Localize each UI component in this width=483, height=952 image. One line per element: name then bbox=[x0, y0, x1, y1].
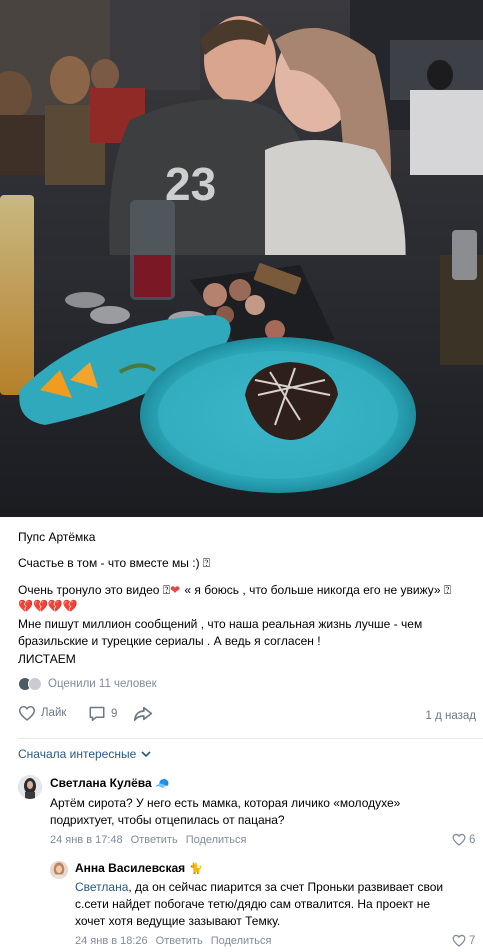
comment-text: Артём сирота? У него есть мамка, которая… bbox=[50, 795, 480, 829]
comment-text-fragment: , да он сейчас пиарится за счет Проньки … bbox=[128, 880, 444, 894]
comment-date[interactable]: 24 янв в 17:48 bbox=[50, 834, 123, 846]
post-text-line-5: бразильские и турецкие сериалы . А ведь … bbox=[18, 634, 321, 648]
post-text-line-4: Мне пишут миллион сообщений , что наша р… bbox=[18, 617, 423, 631]
chevron-down-icon bbox=[141, 750, 151, 757]
share-link[interactable]: Поделиться bbox=[186, 834, 247, 846]
post-author[interactable]: Пупс Артёмка bbox=[18, 530, 95, 544]
comment-text-line: Светлана, да он сейчас пиарится за счет … bbox=[75, 879, 480, 896]
post-actions: Лайк 9 1 д назад bbox=[18, 705, 478, 729]
likes-summary-text: Оценили 11 человек bbox=[48, 678, 157, 690]
comments-sort-label: Сначала интересные bbox=[18, 747, 137, 761]
reply-button[interactable]: Ответить bbox=[156, 935, 203, 947]
comment-text: Светлана, да он сейчас пиарится за счет … bbox=[75, 879, 480, 930]
like-button[interactable]: Лайк bbox=[18, 705, 66, 721]
comment-text-line: подрихтует, чтобы отцепилась от пацана? bbox=[50, 813, 285, 827]
likes-summary[interactable]: Оценили 11 человек bbox=[18, 677, 157, 691]
comment: Светлана Кулёва 🧢 Артём сирота? У него ес… bbox=[18, 775, 483, 855]
post-text-line-2b: « я боюсь , что больше никогда его не ув… bbox=[184, 583, 452, 597]
comment-icon bbox=[89, 706, 105, 721]
comment-text-line: с.сети найдет побогаче тетю/дядю сам отв… bbox=[75, 897, 431, 911]
post-text-line-6: ЛИСТАЕМ bbox=[18, 652, 76, 666]
badge-icon: 🐈 bbox=[189, 863, 203, 875]
liker-avatar bbox=[28, 677, 42, 691]
post-time[interactable]: 1 д назад bbox=[426, 710, 477, 722]
comment-like-button[interactable]: 7 bbox=[452, 934, 475, 947]
comments-button[interactable]: 9 bbox=[88, 705, 117, 722]
share-link[interactable]: Поделиться bbox=[211, 935, 272, 947]
avatar-image bbox=[18, 775, 42, 799]
post-card: Пупс Артёмка Счастье в том - что вместе … bbox=[0, 517, 483, 952]
mention-link[interactable]: Светлана bbox=[75, 880, 128, 894]
heart-outline-icon bbox=[452, 934, 466, 947]
comment-like-count: 6 bbox=[469, 833, 476, 846]
heart-icon: ❤ bbox=[170, 583, 182, 597]
comment-author[interactable]: Анна Василевская 🐈 bbox=[75, 861, 203, 875]
comment-like-count: 7 bbox=[469, 934, 476, 947]
comment-author-name: Анна Василевская bbox=[75, 861, 186, 875]
comment-meta: 24 янв в 17:48 Ответить Поделиться bbox=[50, 834, 246, 846]
photo-image: 23 bbox=[0, 0, 483, 517]
reply-comment: Анна Василевская 🐈 Светлана, да он сейчас… bbox=[50, 859, 483, 952]
post-photo[interactable]: 23 bbox=[0, 0, 483, 517]
divider bbox=[18, 738, 483, 739]
comment-author-name: Светлана Кулёва bbox=[50, 776, 152, 790]
heart-outline-icon bbox=[18, 705, 36, 721]
post-text-line-2a: Очень тронуло это видео ⍰ bbox=[18, 583, 171, 597]
comment-text-line: Артём сирота? У него есть мамка, которая… bbox=[50, 796, 401, 810]
avatar[interactable] bbox=[18, 775, 42, 799]
avatar[interactable] bbox=[50, 861, 68, 879]
comments-sort-dropdown[interactable]: Сначала интересные bbox=[18, 747, 151, 761]
comment-meta: 24 янв в 18:26 Ответить Поделиться bbox=[75, 935, 271, 947]
comment-like-button[interactable]: 6 bbox=[452, 833, 475, 846]
like-label: Лайк bbox=[41, 707, 67, 719]
post-text-line-1: Счастье в том - что вместе мы :) ⍰ bbox=[18, 556, 211, 570]
heart-outline-icon bbox=[452, 833, 466, 846]
share-icon bbox=[133, 706, 153, 721]
reply-button[interactable]: Ответить bbox=[131, 834, 178, 846]
comment-date[interactable]: 24 янв в 18:26 bbox=[75, 935, 148, 947]
badge-icon: 🧢 bbox=[155, 778, 170, 790]
comment-text-line: хочет хотя ведущие зазывают Темку. bbox=[75, 914, 281, 928]
avatar-image bbox=[50, 861, 68, 879]
post-text-line-2: Очень тронуло это видео ⍰❤ « я боюсь , ч… bbox=[18, 582, 478, 598]
broken-hearts-icon: 💔💔💔💔 bbox=[18, 599, 78, 613]
comment-author[interactable]: Светлана Кулёва 🧢 bbox=[50, 776, 169, 790]
comment-count: 9 bbox=[111, 707, 118, 720]
share-button[interactable] bbox=[133, 705, 153, 722]
